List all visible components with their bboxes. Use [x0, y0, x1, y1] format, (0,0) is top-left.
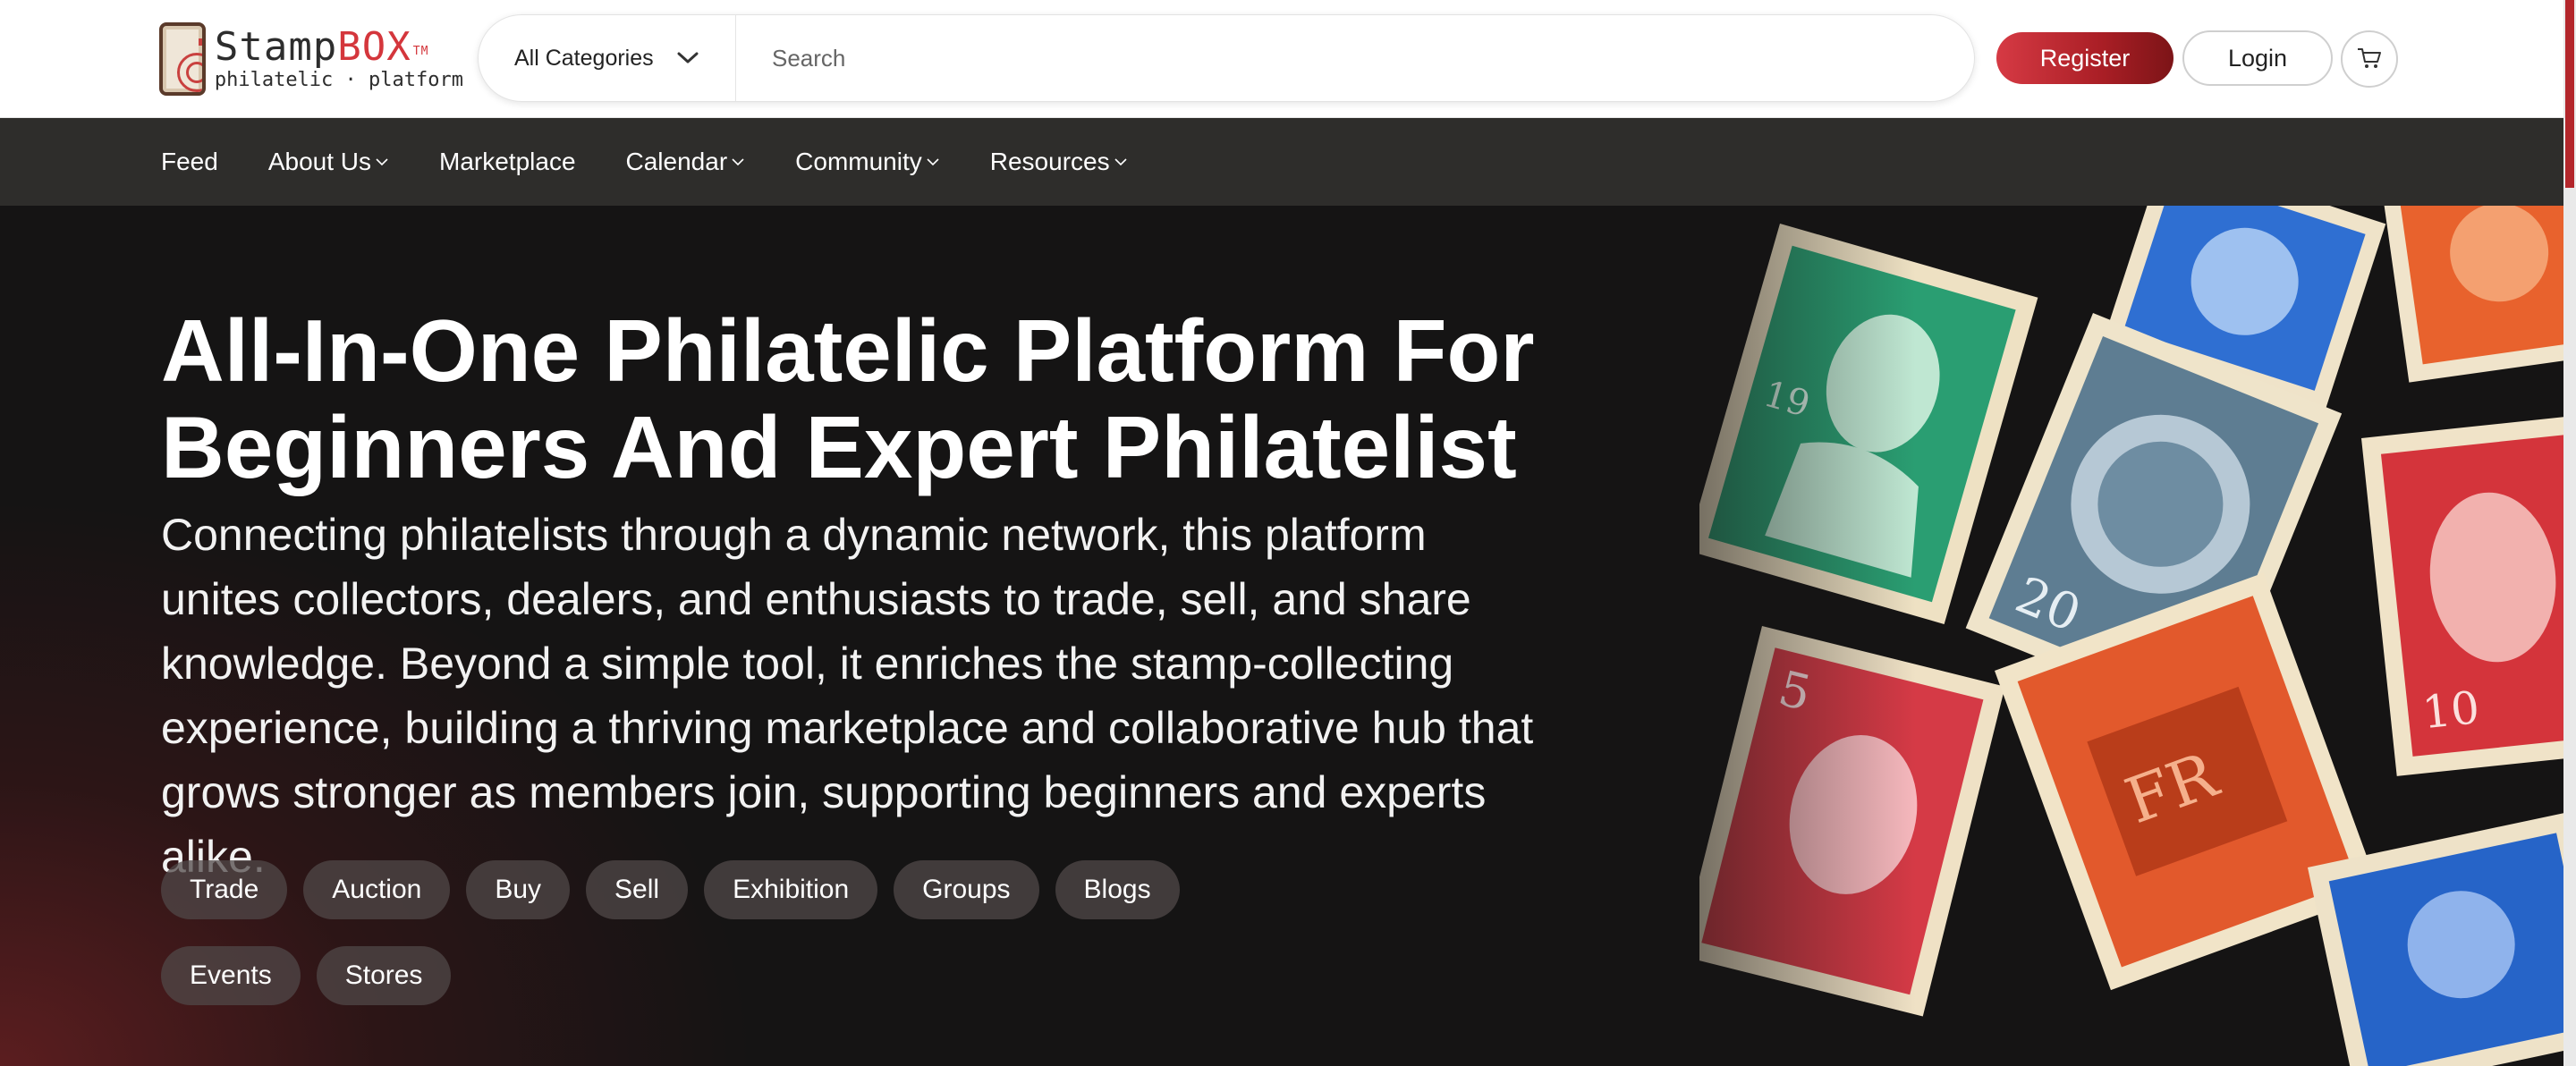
nav-label: Resources [989, 148, 1110, 175]
nav-item-about-us[interactable]: About Us [268, 148, 389, 176]
chip-buy[interactable]: Buy [466, 860, 571, 919]
login-button[interactable]: Login [2182, 30, 2333, 86]
logo-text: StampBOX TM philatelic · platform [215, 28, 463, 90]
hero-title-line1: All-In-One Philatelic Platform For [161, 301, 1535, 400]
cart-button[interactable] [2341, 30, 2398, 88]
cart-icon [2355, 44, 2384, 75]
chip-sell[interactable]: Sell [586, 860, 689, 919]
hero-section: 19 20 10 10 5 [0, 206, 2563, 1066]
chip-trade[interactable]: Trade [161, 860, 288, 919]
chevron-down-icon [1114, 157, 1128, 166]
chip-events[interactable]: Events [161, 946, 301, 1005]
nav-label: Feed [161, 148, 218, 175]
brand-name: StampBOX TM [214, 24, 429, 70]
chevron-down-icon [375, 157, 389, 166]
hero-title: All-In-One Philatelic Platform For Begin… [161, 302, 1682, 495]
brand-tagline: philatelic · platform [214, 69, 463, 91]
nav-label: About Us [267, 148, 371, 175]
register-button[interactable]: Register [1996, 32, 2174, 84]
chip-exhibition[interactable]: Exhibition [704, 860, 878, 919]
site-logo[interactable]: StampBOX TM philatelic · platform [159, 21, 463, 97]
chip-auction[interactable]: Auction [303, 860, 451, 919]
search-bar: All Categories [478, 14, 1975, 102]
nav-item-marketplace[interactable]: Marketplace [439, 148, 576, 176]
nav-label: Community [795, 148, 922, 175]
chip-groups[interactable]: Groups [894, 860, 1039, 919]
stamps-hero-image: 19 20 10 10 5 [1699, 206, 2563, 1066]
nav-item-resources[interactable]: Resources [990, 148, 1128, 176]
nav-item-community[interactable]: Community [795, 148, 940, 176]
chip-stores[interactable]: Stores [316, 946, 452, 1005]
nav-item-calendar[interactable]: Calendar [626, 148, 746, 176]
category-selected: All Categories [514, 45, 654, 71]
stamp-logo-icon [159, 22, 206, 96]
top-header: StampBOX TM philatelic · platform All Cat… [0, 0, 2563, 118]
category-dropdown[interactable]: All Categories [479, 15, 736, 101]
nav-item-feed[interactable]: Feed [161, 148, 218, 176]
main-nav: Feed About Us Marketplace Calendar Commu… [0, 118, 2563, 206]
search-input[interactable] [736, 15, 1974, 101]
hero-title-line2: Beginners And Expert Philatelist [161, 398, 1517, 496]
feature-chips: Trade Auction Buy Sell Exhibition Groups… [161, 860, 1234, 1005]
nav-label: Calendar [625, 148, 728, 175]
chip-blogs[interactable]: Blogs [1055, 860, 1180, 919]
nav-label: Marketplace [439, 148, 576, 175]
chevron-down-icon [676, 46, 699, 72]
hero-description: Connecting philatelists through a dynami… [161, 510, 1534, 882]
scrollbar-thumb[interactable] [2565, 0, 2574, 188]
chevron-down-icon [731, 157, 745, 166]
chevron-down-icon [926, 157, 940, 166]
